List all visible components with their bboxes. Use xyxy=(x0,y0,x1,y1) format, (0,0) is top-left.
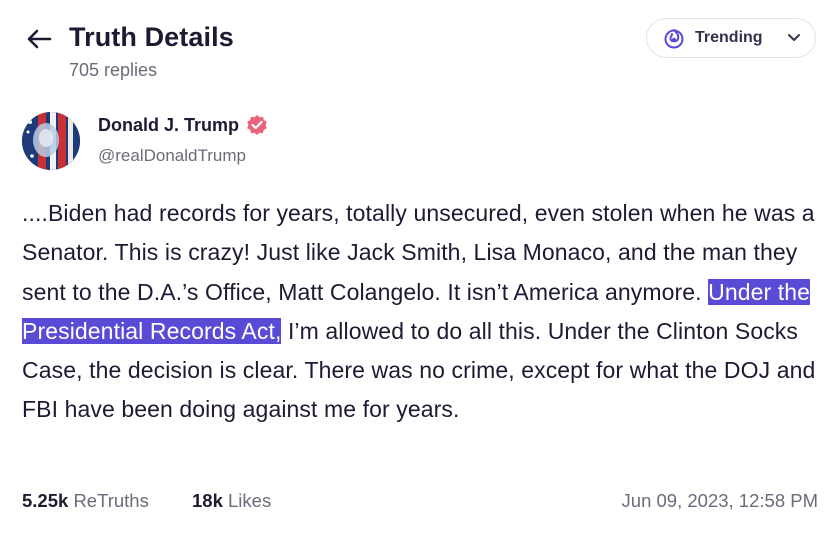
trending-dropdown[interactable]: Trending xyxy=(646,18,816,58)
page-title: Truth Details xyxy=(69,22,234,52)
post-stats: 5.25k ReTruths 18k Likes Jun 09, 2023, 1… xyxy=(22,486,818,516)
likes-label: Likes xyxy=(228,490,272,511)
author-name: Donald J. Trump xyxy=(98,114,240,135)
post-author: Donald J. Trump @realDonaldTrump xyxy=(22,110,818,170)
post-date: Jun 09, 2023, 12:58 PM xyxy=(621,490,818,511)
arrow-left-icon xyxy=(27,29,52,49)
chevron-down-icon xyxy=(788,34,800,41)
post-text: ....Biden had records for years, totally… xyxy=(22,200,815,305)
verified-badge-icon xyxy=(247,115,267,135)
replies-count: 705 replies xyxy=(69,60,158,80)
retruths-label: ReTruths xyxy=(73,490,149,511)
avatar[interactable] xyxy=(22,112,80,170)
page-header: Truth Details 705 replies Trending xyxy=(22,18,818,88)
back-button[interactable] xyxy=(22,22,56,56)
avatar-image xyxy=(22,112,80,170)
flame-icon xyxy=(664,29,684,49)
author-name-row[interactable]: Donald J. Trump xyxy=(98,114,268,136)
post-body: ....Biden had records for years, totally… xyxy=(22,194,818,430)
likes-stat[interactable]: 18k Likes xyxy=(192,490,271,512)
author-handle[interactable]: @realDonaldTrump xyxy=(98,146,246,166)
retruths-count: 5.25k xyxy=(22,490,69,511)
trending-label: Trending xyxy=(695,29,763,46)
retruths-stat[interactable]: 5.25k ReTruths xyxy=(22,490,149,512)
likes-count: 18k xyxy=(192,490,223,511)
